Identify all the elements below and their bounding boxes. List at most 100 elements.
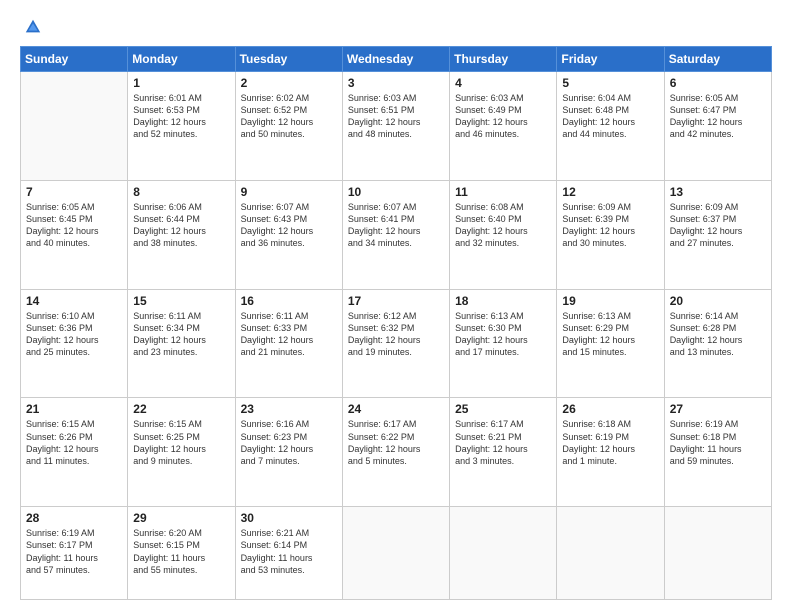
calendar-cell: 9 Sunrise: 6:07 AM Sunset: 6:43 PM Daylig… — [235, 180, 342, 289]
weekday-header-wednesday: Wednesday — [342, 47, 449, 72]
weekday-header-thursday: Thursday — [450, 47, 557, 72]
day-number: 22 — [133, 402, 229, 416]
cell-info: Sunrise: 6:20 AM Sunset: 6:15 PM Dayligh… — [133, 527, 229, 576]
calendar-cell: 16 Sunrise: 6:11 AM Sunset: 6:33 PM Dayli… — [235, 289, 342, 398]
day-number: 8 — [133, 185, 229, 199]
day-number: 23 — [241, 402, 337, 416]
day-number: 21 — [26, 402, 122, 416]
calendar-cell: 23Sunrise: 6:16 AM Sunset: 6:23 PM Dayli… — [235, 398, 342, 507]
calendar-cell: 3 Sunrise: 6:03 AM Sunset: 6:51 PM Daylig… — [342, 72, 449, 181]
cell-info: Sunrise: 6:03 AM Sunset: 6:49 PM Dayligh… — [455, 92, 551, 141]
calendar-cell: 21 Sunrise: 6:15 AM Sunset: 6:26 PM Dayli… — [21, 398, 128, 507]
cell-info: Sunrise: 6:19 AM Sunset: 6:17 PM Dayligh… — [26, 527, 122, 576]
day-number: 26 — [562, 402, 658, 416]
cell-info: Sunrise: 6:17 AM Sunset: 6:22 PM Dayligh… — [348, 418, 444, 467]
cell-info: Sunrise: 6:13 AM Sunset: 6:29 PM Dayligh… — [562, 310, 658, 359]
day-number: 3 — [348, 76, 444, 90]
week-row-3: 14Sunrise: 6:10 AM Sunset: 6:36 PM Dayli… — [21, 289, 772, 398]
day-number: 17 — [348, 294, 444, 308]
weekday-header-saturday: Saturday — [664, 47, 771, 72]
calendar-cell: 25 Sunrise: 6:17 AM Sunset: 6:21 PM Dayli… — [450, 398, 557, 507]
weekday-header-monday: Monday — [128, 47, 235, 72]
day-number: 9 — [241, 185, 337, 199]
calendar-cell: 26 Sunrise: 6:18 AM Sunset: 6:19 PM Dayli… — [557, 398, 664, 507]
cell-info: Sunrise: 6:17 AM Sunset: 6:21 PM Dayligh… — [455, 418, 551, 467]
cell-info: Sunrise: 6:08 AM Sunset: 6:40 PM Dayligh… — [455, 201, 551, 250]
calendar-cell: 15Sunrise: 6:11 AM Sunset: 6:34 PM Dayli… — [128, 289, 235, 398]
cell-info: Sunrise: 6:09 AM Sunset: 6:39 PM Dayligh… — [562, 201, 658, 250]
day-number: 19 — [562, 294, 658, 308]
day-number: 5 — [562, 76, 658, 90]
cell-info: Sunrise: 6:05 AM Sunset: 6:47 PM Dayligh… — [670, 92, 766, 141]
day-number: 16 — [241, 294, 337, 308]
day-number: 29 — [133, 511, 229, 525]
cell-info: Sunrise: 6:11 AM Sunset: 6:34 PM Dayligh… — [133, 310, 229, 359]
calendar-cell: 30 Sunrise: 6:21 AM Sunset: 6:14 PM Dayli… — [235, 507, 342, 600]
calendar-cell — [664, 507, 771, 600]
cell-info: Sunrise: 6:13 AM Sunset: 6:30 PM Dayligh… — [455, 310, 551, 359]
logo — [20, 18, 42, 36]
calendar-cell: 22 Sunrise: 6:15 AM Sunset: 6:25 PM Dayli… — [128, 398, 235, 507]
calendar-cell: 11 Sunrise: 6:08 AM Sunset: 6:40 PM Dayli… — [450, 180, 557, 289]
day-number: 6 — [670, 76, 766, 90]
calendar-cell — [557, 507, 664, 600]
calendar-cell: 20Sunrise: 6:14 AM Sunset: 6:28 PM Dayli… — [664, 289, 771, 398]
cell-info: Sunrise: 6:03 AM Sunset: 6:51 PM Dayligh… — [348, 92, 444, 141]
calendar-cell: 5 Sunrise: 6:04 AM Sunset: 6:48 PM Daylig… — [557, 72, 664, 181]
calendar-cell: 14Sunrise: 6:10 AM Sunset: 6:36 PM Dayli… — [21, 289, 128, 398]
weekday-header-sunday: Sunday — [21, 47, 128, 72]
calendar-cell — [21, 72, 128, 181]
cell-info: Sunrise: 6:06 AM Sunset: 6:44 PM Dayligh… — [133, 201, 229, 250]
day-number: 30 — [241, 511, 337, 525]
day-number: 11 — [455, 185, 551, 199]
day-number: 25 — [455, 402, 551, 416]
cell-info: Sunrise: 6:21 AM Sunset: 6:14 PM Dayligh… — [241, 527, 337, 576]
weekday-header-row: SundayMondayTuesdayWednesdayThursdayFrid… — [21, 47, 772, 72]
cell-info: Sunrise: 6:01 AM Sunset: 6:53 PM Dayligh… — [133, 92, 229, 141]
cell-info: Sunrise: 6:05 AM Sunset: 6:45 PM Dayligh… — [26, 201, 122, 250]
calendar-cell: 10 Sunrise: 6:07 AM Sunset: 6:41 PM Dayli… — [342, 180, 449, 289]
week-row-1: 1 Sunrise: 6:01 AM Sunset: 6:53 PM Daylig… — [21, 72, 772, 181]
cell-info: Sunrise: 6:07 AM Sunset: 6:41 PM Dayligh… — [348, 201, 444, 250]
calendar-cell — [450, 507, 557, 600]
day-number: 13 — [670, 185, 766, 199]
cell-info: Sunrise: 6:12 AM Sunset: 6:32 PM Dayligh… — [348, 310, 444, 359]
day-number: 2 — [241, 76, 337, 90]
day-number: 28 — [26, 511, 122, 525]
calendar-cell: 24Sunrise: 6:17 AM Sunset: 6:22 PM Dayli… — [342, 398, 449, 507]
day-number: 14 — [26, 294, 122, 308]
week-row-4: 21 Sunrise: 6:15 AM Sunset: 6:26 PM Dayli… — [21, 398, 772, 507]
day-number: 10 — [348, 185, 444, 199]
calendar-cell: 12 Sunrise: 6:09 AM Sunset: 6:39 PM Dayli… — [557, 180, 664, 289]
calendar-cell: 28 Sunrise: 6:19 AM Sunset: 6:17 PM Dayli… — [21, 507, 128, 600]
calendar-cell: 27 Sunrise: 6:19 AM Sunset: 6:18 PM Dayli… — [664, 398, 771, 507]
cell-info: Sunrise: 6:14 AM Sunset: 6:28 PM Dayligh… — [670, 310, 766, 359]
cell-info: Sunrise: 6:07 AM Sunset: 6:43 PM Dayligh… — [241, 201, 337, 250]
calendar: SundayMondayTuesdayWednesdayThursdayFrid… — [20, 46, 772, 600]
calendar-cell: 7Sunrise: 6:05 AM Sunset: 6:45 PM Daylig… — [21, 180, 128, 289]
cell-info: Sunrise: 6:04 AM Sunset: 6:48 PM Dayligh… — [562, 92, 658, 141]
weekday-header-tuesday: Tuesday — [235, 47, 342, 72]
calendar-cell: 19 Sunrise: 6:13 AM Sunset: 6:29 PM Dayli… — [557, 289, 664, 398]
cell-info: Sunrise: 6:02 AM Sunset: 6:52 PM Dayligh… — [241, 92, 337, 141]
weekday-header-friday: Friday — [557, 47, 664, 72]
cell-info: Sunrise: 6:11 AM Sunset: 6:33 PM Dayligh… — [241, 310, 337, 359]
calendar-cell: 29 Sunrise: 6:20 AM Sunset: 6:15 PM Dayli… — [128, 507, 235, 600]
header — [20, 18, 772, 36]
cell-info: Sunrise: 6:15 AM Sunset: 6:26 PM Dayligh… — [26, 418, 122, 467]
day-number: 4 — [455, 76, 551, 90]
cell-info: Sunrise: 6:18 AM Sunset: 6:19 PM Dayligh… — [562, 418, 658, 467]
calendar-cell: 6 Sunrise: 6:05 AM Sunset: 6:47 PM Daylig… — [664, 72, 771, 181]
cell-info: Sunrise: 6:15 AM Sunset: 6:25 PM Dayligh… — [133, 418, 229, 467]
day-number: 27 — [670, 402, 766, 416]
cell-info: Sunrise: 6:09 AM Sunset: 6:37 PM Dayligh… — [670, 201, 766, 250]
calendar-cell: 8 Sunrise: 6:06 AM Sunset: 6:44 PM Daylig… — [128, 180, 235, 289]
day-number: 12 — [562, 185, 658, 199]
day-number: 1 — [133, 76, 229, 90]
week-row-2: 7Sunrise: 6:05 AM Sunset: 6:45 PM Daylig… — [21, 180, 772, 289]
day-number: 18 — [455, 294, 551, 308]
week-row-5: 28 Sunrise: 6:19 AM Sunset: 6:17 PM Dayli… — [21, 507, 772, 600]
cell-info: Sunrise: 6:19 AM Sunset: 6:18 PM Dayligh… — [670, 418, 766, 467]
logo-icon — [24, 18, 42, 36]
page: SundayMondayTuesdayWednesdayThursdayFrid… — [0, 0, 792, 612]
